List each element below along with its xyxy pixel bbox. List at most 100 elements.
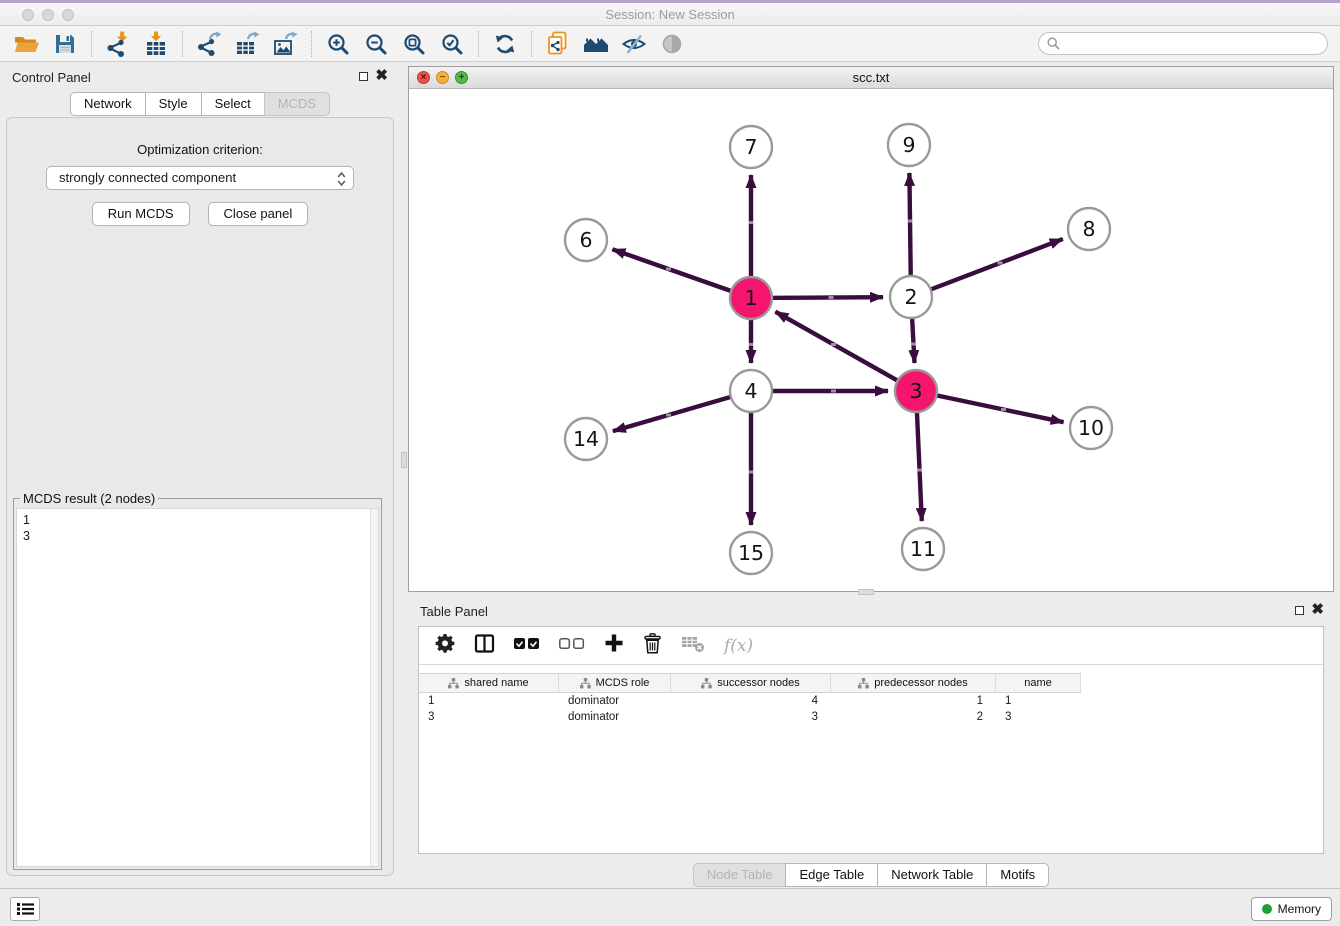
tab-mcds[interactable]: MCDS bbox=[264, 92, 330, 116]
edge-3-1[interactable] bbox=[775, 312, 916, 391]
close-panel-icon[interactable]: ✖ bbox=[375, 67, 388, 85]
tab-style[interactable]: Style bbox=[145, 92, 202, 116]
mcds-result-area[interactable]: 1 3 bbox=[16, 508, 379, 867]
network-window-titlebar[interactable]: × − + scc.txt bbox=[409, 67, 1333, 89]
function-builder-button[interactable]: f(x) bbox=[724, 636, 753, 656]
edge-handle bbox=[749, 343, 754, 346]
tab-network[interactable]: Network bbox=[70, 92, 146, 116]
float-panel-icon[interactable] bbox=[1295, 606, 1304, 615]
criterion-select[interactable]: strongly connected component bbox=[46, 166, 354, 190]
node-8[interactable]: 8 bbox=[1068, 208, 1110, 250]
select-all-rows-button[interactable] bbox=[514, 637, 540, 655]
checked-boxes-icon bbox=[514, 638, 540, 650]
open-folder-icon bbox=[14, 32, 40, 56]
zoom-selected-icon bbox=[440, 32, 464, 56]
node-2[interactable]: 2 bbox=[890, 276, 932, 318]
node-4[interactable]: 4 bbox=[730, 370, 772, 412]
tab-select[interactable]: Select bbox=[201, 92, 265, 116]
run-mcds-button[interactable]: Run MCDS bbox=[92, 202, 190, 226]
edge-handle bbox=[1001, 408, 1006, 411]
open-session-button[interactable] bbox=[8, 29, 46, 59]
network-view-window: × − + scc.txt 7 9 6 8 1 2 4 3 14 10 15 11 bbox=[408, 66, 1334, 592]
hide-panel-button[interactable] bbox=[615, 29, 653, 59]
column-header-predecessor-nodes[interactable]: predecessor nodes bbox=[831, 674, 996, 692]
column-header-MCDS-role[interactable]: MCDS role bbox=[559, 674, 671, 692]
memory-button[interactable]: Memory bbox=[1251, 897, 1332, 921]
edge-handle bbox=[831, 390, 836, 393]
toggle-column-panel-button[interactable] bbox=[474, 633, 495, 659]
column-label: name bbox=[1024, 677, 1052, 689]
node-14[interactable]: 14 bbox=[565, 418, 607, 460]
refresh-button[interactable] bbox=[486, 29, 524, 59]
node-6[interactable]: 6 bbox=[565, 219, 607, 261]
zoom-selected-button[interactable] bbox=[433, 29, 471, 59]
node-11[interactable]: 11 bbox=[902, 528, 944, 570]
tab-node-table[interactable]: Node Table bbox=[693, 863, 787, 887]
edge-handle bbox=[917, 469, 922, 472]
control-panel-tabs: NetworkStyleSelectMCDS bbox=[0, 92, 400, 116]
zoom-fit-button[interactable] bbox=[395, 29, 433, 59]
eye-slash-icon bbox=[621, 32, 647, 56]
network-canvas[interactable]: 7 9 6 8 1 2 4 3 14 10 15 11 bbox=[409, 89, 1333, 591]
tab-network-table[interactable]: Network Table bbox=[877, 863, 987, 887]
table-row[interactable]: 3dominator323 bbox=[419, 709, 1323, 725]
edge-handle bbox=[831, 343, 836, 346]
table-header-row: shared name MCDS role successor nodesprede… bbox=[419, 673, 1081, 693]
column-label: MCDS role bbox=[596, 677, 650, 689]
vertical-splitter-handle[interactable] bbox=[401, 452, 407, 468]
import-network-button[interactable] bbox=[99, 29, 137, 59]
column-header-successor-nodes[interactable]: successor nodes bbox=[671, 674, 831, 692]
control-panel: Control Panel ✖ NetworkStyleSelectMCDS O… bbox=[0, 62, 400, 880]
float-panel-icon[interactable] bbox=[359, 72, 368, 81]
import-table-button[interactable] bbox=[137, 29, 175, 59]
tab-motifs[interactable]: Motifs bbox=[986, 863, 1049, 887]
edge-2-8[interactable] bbox=[911, 239, 1063, 297]
add-column-button[interactable] bbox=[604, 633, 624, 658]
zoom-out-button[interactable] bbox=[357, 29, 395, 59]
cell-MCDS-role: dominator bbox=[559, 695, 671, 707]
deselect-all-rows-button[interactable] bbox=[559, 637, 585, 655]
unchecked-boxes-icon bbox=[559, 638, 585, 650]
close-panel-icon[interactable]: ✖ bbox=[1311, 601, 1324, 619]
export-network-button[interactable] bbox=[190, 29, 228, 59]
column-header-name[interactable]: name bbox=[996, 674, 1081, 692]
eye-button[interactable] bbox=[653, 29, 691, 59]
export-table-button[interactable] bbox=[228, 29, 266, 59]
attribute-tree-icon bbox=[580, 678, 591, 689]
delete-column-button[interactable] bbox=[643, 633, 662, 659]
export-image-icon bbox=[272, 31, 298, 57]
delete-table-button[interactable] bbox=[681, 633, 705, 658]
horizontal-splitter-handle[interactable] bbox=[858, 589, 874, 595]
status-bar: Memory bbox=[0, 888, 1340, 926]
import-table-icon bbox=[143, 31, 169, 57]
node-1[interactable]: 1 bbox=[730, 277, 772, 319]
plus-icon bbox=[604, 633, 624, 653]
close-panel-button[interactable]: Close panel bbox=[208, 202, 309, 226]
table-settings-button[interactable] bbox=[435, 633, 455, 658]
zoom-in-button[interactable] bbox=[319, 29, 357, 59]
save-session-button[interactable] bbox=[46, 29, 84, 59]
window-title: Session: New Session bbox=[0, 7, 1340, 22]
search-input[interactable] bbox=[1061, 34, 1327, 53]
tab-edge-table[interactable]: Edge Table bbox=[785, 863, 878, 887]
attribute-tree-icon bbox=[448, 678, 459, 689]
node-7[interactable]: 7 bbox=[730, 126, 772, 168]
table-panel-header: Table Panel ✖ bbox=[408, 596, 1334, 626]
duplicate-network-button[interactable] bbox=[539, 29, 577, 59]
node-9[interactable]: 9 bbox=[888, 124, 930, 166]
home-button[interactable] bbox=[577, 29, 615, 59]
export-image-button[interactable] bbox=[266, 29, 304, 59]
mcds-result-scrollbar[interactable] bbox=[370, 509, 378, 866]
network-graph[interactable]: 7 9 6 8 1 2 4 3 14 10 15 11 bbox=[409, 89, 1333, 591]
table-row[interactable]: 1dominator411 bbox=[419, 693, 1323, 709]
mcds-result-title: MCDS result (2 nodes) bbox=[20, 491, 158, 506]
search-box[interactable] bbox=[1038, 32, 1328, 55]
column-header-shared-name[interactable]: shared name bbox=[419, 674, 559, 692]
task-history-button[interactable] bbox=[10, 897, 40, 921]
edge-3-10[interactable] bbox=[916, 391, 1064, 422]
cell-name: 1 bbox=[996, 695, 1081, 707]
node-10[interactable]: 10 bbox=[1070, 407, 1112, 449]
node-3[interactable]: 3 bbox=[895, 370, 937, 412]
main-toolbar bbox=[0, 26, 1340, 62]
node-15[interactable]: 15 bbox=[730, 532, 772, 574]
